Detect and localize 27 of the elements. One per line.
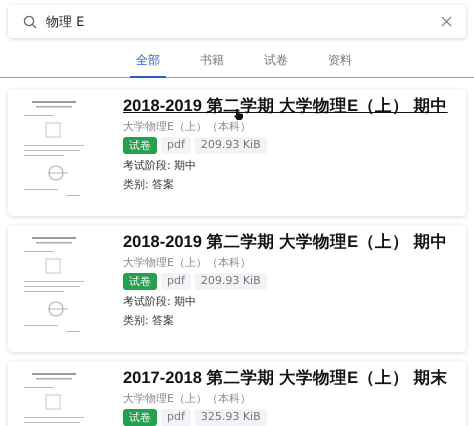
- course-name: 大学物理E（上）（本科）: [123, 255, 251, 270]
- tab[interactable]: 资料: [322, 48, 358, 78]
- tab[interactable]: 试卷: [258, 48, 294, 78]
- meta-text: 考试阶段: 期中: [123, 158, 196, 173]
- result-card[interactable]: 2018-2019 第二学期 大学物理E（上） 期中 大学物理E（上）（本科） 试卷 pdf 209.93 KiB 考试阶段: 期中 类别: 答案: [8, 225, 466, 352]
- course-name: 大学物理E（上）（本科）: [123, 119, 251, 134]
- meta-text: 类别: 答案: [123, 177, 174, 192]
- info-tag: pdf: [161, 273, 191, 290]
- result-title[interactable]: 2018-2019 第二学期 大学物理E（上） 期中: [123, 231, 448, 253]
- info-tag: 325.93 KiB: [194, 409, 267, 426]
- result-title[interactable]: 2017-2018 第二学期 大学物理E（上） 期末: [123, 367, 448, 389]
- info-tag: pdf: [161, 409, 191, 426]
- info-tag: 209.93 KiB: [194, 273, 267, 290]
- close-icon[interactable]: [441, 16, 452, 27]
- result-card[interactable]: 2017-2018 第二学期 大学物理E（上） 期末 大学物理E（上）（本科） 试卷 pdf 325.93 KiB: [8, 361, 466, 426]
- type-tag: 试卷: [123, 409, 157, 426]
- info-tag: pdf: [161, 137, 191, 154]
- type-tag: 试卷: [123, 273, 157, 290]
- meta-text: 类别: 答案: [123, 313, 174, 328]
- tab[interactable]: 全部: [130, 48, 166, 78]
- search-icon: [23, 14, 37, 28]
- course-name: 大学物理E（上）（本科）: [123, 391, 251, 406]
- tab[interactable]: 书籍: [194, 48, 230, 78]
- type-tag: 试卷: [123, 137, 157, 154]
- meta-text: 考试阶段: 期中: [123, 294, 196, 309]
- info-tag: 209.93 KiB: [194, 137, 267, 154]
- search-field[interactable]: 物理 E: [46, 14, 432, 29]
